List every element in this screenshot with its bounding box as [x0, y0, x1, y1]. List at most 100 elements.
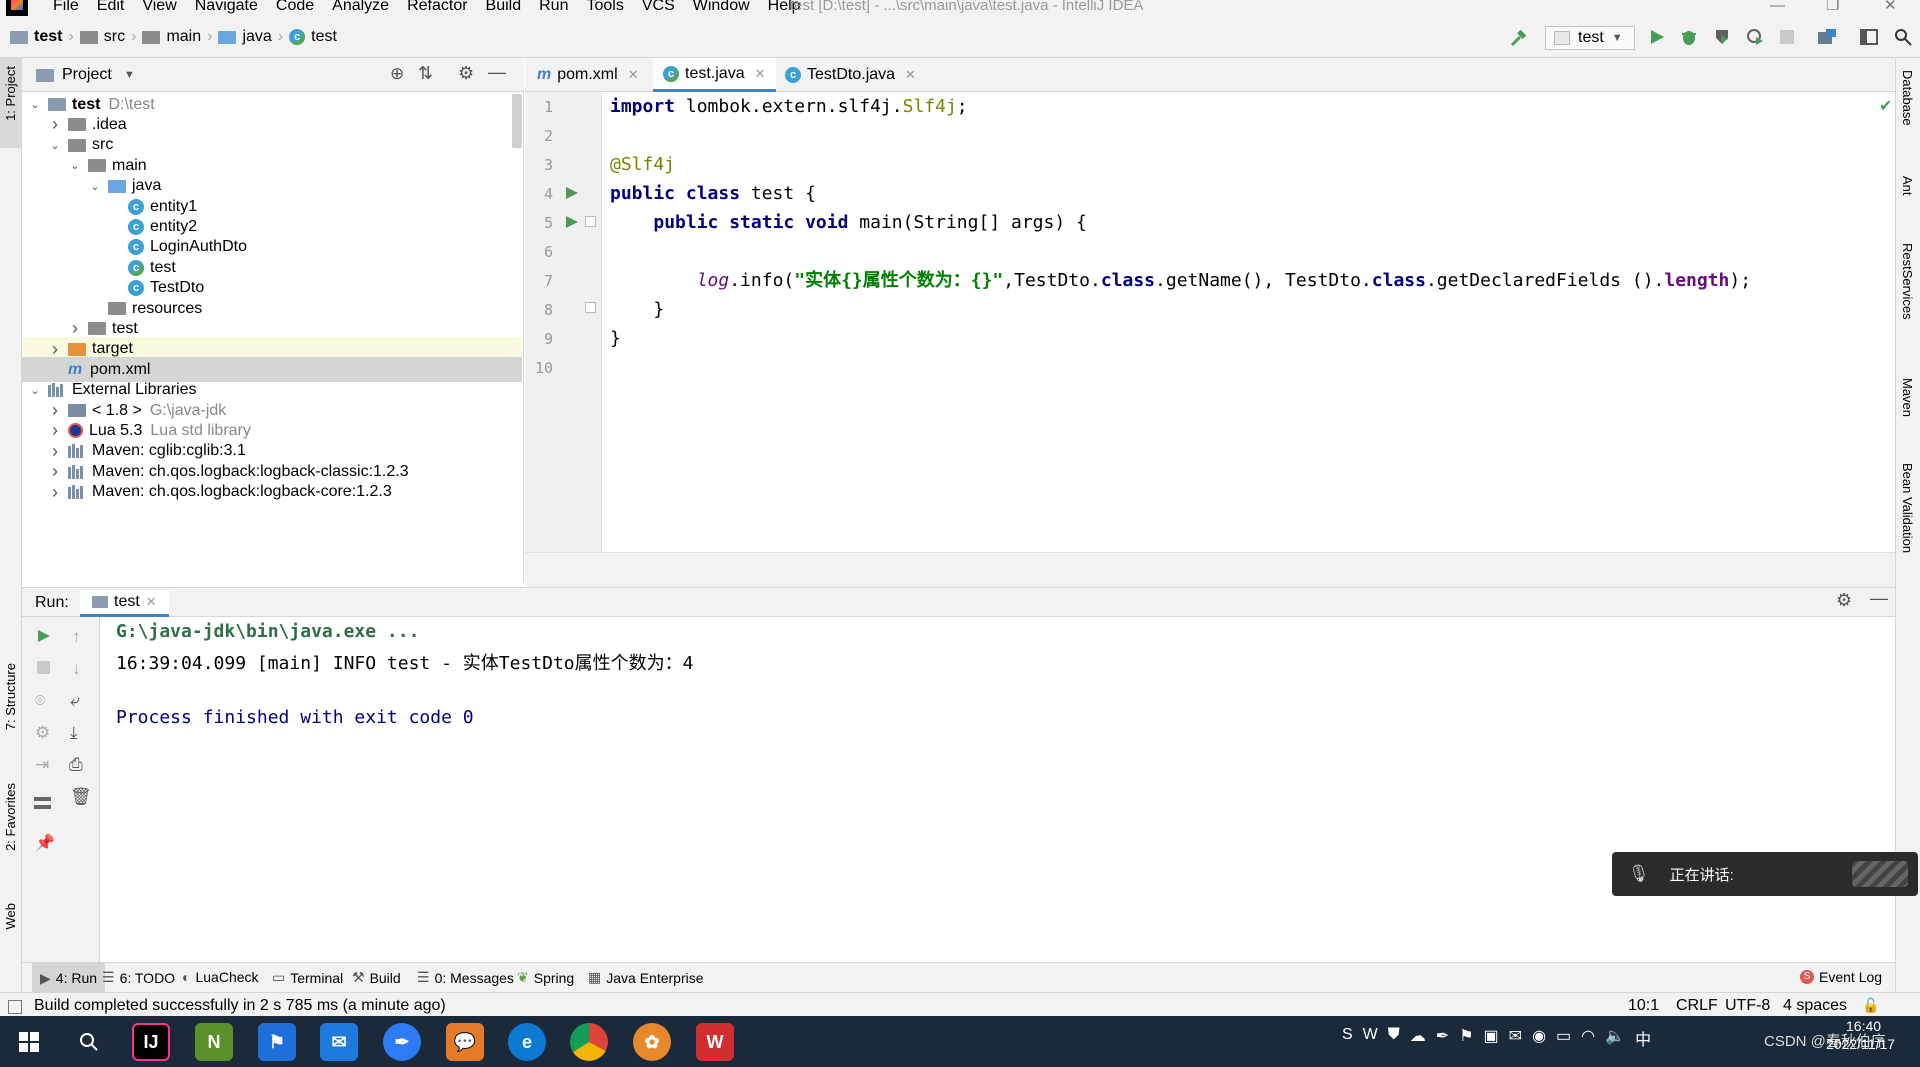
- wps-taskbar-icon[interactable]: W: [696, 1023, 734, 1061]
- restore-layout-icon[interactable]: ⚙: [35, 723, 50, 743]
- notepad-taskbar-icon[interactable]: N: [195, 1023, 233, 1061]
- sogou-tray-icon[interactable]: S: [1342, 1026, 1353, 1050]
- menu-item-vcs[interactable]: VCS: [633, 0, 684, 16]
- search-icon[interactable]: [1892, 26, 1914, 48]
- breadcrumb-item-main[interactable]: main: [166, 28, 201, 46]
- chrome-taskbar-icon[interactable]: [570, 1023, 608, 1061]
- file-encoding[interactable]: UTF-8: [1725, 997, 1770, 1015]
- tree-item[interactable]: › Maven: ch.qos.logback:logback-core:1.2.…: [22, 480, 522, 505]
- volume-icon[interactable]: 🔈: [1605, 1026, 1625, 1050]
- fold-icon[interactable]: [585, 302, 596, 313]
- tab-testdto-java[interactable]: c TestDto.java ✕: [775, 58, 926, 92]
- inspection-ok-icon[interactable]: ✔: [1879, 96, 1892, 116]
- exit-icon[interactable]: ⇥: [35, 755, 49, 775]
- tool-tab-build[interactable]: ⚒ Build: [352, 969, 401, 986]
- run-main-gutter-icon[interactable]: [565, 215, 579, 229]
- stop-button[interactable]: [1776, 26, 1798, 48]
- fold-icon[interactable]: [585, 216, 596, 227]
- wps-tray-icon[interactable]: W: [1363, 1026, 1378, 1050]
- restservices-tool-tab[interactable]: RestServices: [1900, 243, 1915, 320]
- ant-tool-tab[interactable]: Ant: [1900, 176, 1915, 196]
- chevron-down-icon[interactable]: ⌄: [28, 384, 42, 397]
- pin-icon[interactable]: 📌: [35, 833, 55, 853]
- run-class-gutter-icon[interactable]: [565, 186, 579, 200]
- hide-panel-icon[interactable]: —: [1870, 588, 1888, 609]
- tool-tab-java-enterprise[interactable]: ▦ Java Enterprise: [588, 969, 704, 986]
- project-tool-tab[interactable]: 1: Project: [0, 58, 22, 148]
- event-log-tab[interactable]: S Event Log: [1800, 969, 1882, 985]
- tab-test-java[interactable]: c test.java ✕: [653, 58, 776, 92]
- cloud-tray-icon[interactable]: ☁: [1410, 1026, 1426, 1050]
- run-button[interactable]: [1646, 26, 1668, 48]
- indent-setting[interactable]: 4 spaces: [1783, 997, 1847, 1015]
- close-icon[interactable]: ✕: [628, 67, 639, 83]
- close-icon[interactable]: ✕: [755, 66, 766, 82]
- project-structure-icon[interactable]: [1816, 26, 1838, 48]
- mail-taskbar-icon[interactable]: ✉: [320, 1023, 358, 1061]
- edge-taskbar-icon[interactable]: e: [508, 1023, 546, 1061]
- camera-icon[interactable]: ⌾: [35, 691, 45, 711]
- layout-icon[interactable]: [1858, 26, 1880, 48]
- build-hammer-icon[interactable]: [1508, 28, 1530, 50]
- menu-item-build[interactable]: Build: [477, 0, 531, 16]
- shield-tray-icon[interactable]: ⛊: [1388, 1026, 1400, 1050]
- maximize-button[interactable]: ❐: [1826, 0, 1839, 16]
- rerun-icon[interactable]: [37, 629, 51, 643]
- intellij-taskbar-icon[interactable]: IJ: [132, 1023, 170, 1061]
- bean-validation-tool-tab[interactable]: Bean Validation: [1900, 463, 1915, 553]
- close-icon[interactable]: ✕: [905, 67, 916, 83]
- menu-item-file[interactable]: File: [44, 0, 88, 16]
- menu-item-code[interactable]: Code: [267, 0, 323, 16]
- arrow-up-icon[interactable]: ↑: [72, 627, 81, 647]
- menu-item-tools[interactable]: Tools: [577, 0, 632, 16]
- tool-tab-terminal[interactable]: ▭ Terminal: [272, 969, 343, 986]
- caret-position[interactable]: 10:1: [1628, 997, 1659, 1015]
- gear-icon[interactable]: ⚙: [458, 63, 474, 84]
- tool-tab-spring[interactable]: ❦ Spring: [517, 969, 574, 986]
- console-output[interactable]: G:\java-jdk\bin\java.exe ... 16:39:04.09…: [100, 617, 1895, 962]
- menu-item-refactor[interactable]: Refactor: [398, 0, 476, 16]
- breadcrumb-item-src[interactable]: src: [104, 28, 125, 46]
- hide-panel-icon[interactable]: —: [488, 62, 506, 83]
- status-toggle-icon[interactable]: [8, 1000, 22, 1014]
- favorites-tool-tab[interactable]: 2: Favorites: [3, 783, 18, 851]
- close-button[interactable]: ✕: [1884, 0, 1897, 16]
- tool-tab-luacheck[interactable]: ◐ LuaCheck: [182, 969, 259, 985]
- paint-taskbar-icon[interactable]: ✿: [633, 1023, 671, 1061]
- breadcrumb-item-test[interactable]: test: [311, 28, 337, 46]
- tool-tab-4-run[interactable]: ▶ 4: Run: [32, 963, 106, 993]
- collapse-all-icon[interactable]: ⇅: [418, 63, 433, 84]
- minimize-button[interactable]: —: [1770, 0, 1785, 16]
- project-panel-title[interactable]: Project: [62, 66, 112, 84]
- tool-tab-0-messages[interactable]: ☰ 0: Messages: [417, 969, 514, 986]
- chevron-down-icon[interactable]: ▼: [124, 69, 135, 81]
- arrow-down-icon[interactable]: ↓: [72, 659, 81, 679]
- maven-tool-tab[interactable]: Maven: [1900, 378, 1915, 417]
- chevron-down-icon[interactable]: ⌄: [68, 159, 82, 172]
- clock-date[interactable]: 2022/11/17: [1826, 1036, 1895, 1052]
- structure-tool-tab[interactable]: 7: Structure: [3, 663, 18, 730]
- line-separator[interactable]: CRLF: [1676, 997, 1718, 1015]
- windows-start-icon[interactable]: [10, 1023, 48, 1061]
- battery-icon[interactable]: ▭: [1556, 1026, 1571, 1050]
- feather-taskbar-icon[interactable]: ✒: [383, 1023, 421, 1061]
- run-tab-test[interactable]: test ✕: [80, 590, 169, 617]
- menu-item-run[interactable]: Run: [530, 0, 577, 16]
- search-icon[interactable]: [70, 1023, 108, 1061]
- tool-tab-6-todo[interactable]: ☰ 6: TODO: [102, 969, 175, 986]
- soft-wrap-icon[interactable]: ⤶: [70, 691, 80, 711]
- locate-file-icon[interactable]: ⊕: [390, 64, 404, 84]
- layout-icon[interactable]: [34, 797, 51, 809]
- tree-scrollbar[interactable]: [512, 94, 522, 148]
- clock-time[interactable]: 16:40: [1846, 1018, 1881, 1034]
- mail-tray-icon[interactable]: ✉: [1509, 1026, 1522, 1050]
- breadcrumb-item-project[interactable]: test: [34, 28, 62, 46]
- intellij-tray-icon[interactable]: ▣: [1484, 1026, 1499, 1050]
- gear-icon[interactable]: ⚙: [1836, 590, 1852, 611]
- wechat-taskbar-icon[interactable]: 💬: [446, 1023, 484, 1061]
- menu-item-view[interactable]: View: [133, 0, 185, 16]
- code-editor[interactable]: import lombok.extern.slf4j.Slf4j; @Slf4j…: [602, 92, 1895, 552]
- scroll-to-end-icon[interactable]: ⤓: [70, 723, 78, 743]
- database-tool-tab[interactable]: Database: [1900, 70, 1915, 126]
- menu-item-navigate[interactable]: Navigate: [186, 0, 267, 16]
